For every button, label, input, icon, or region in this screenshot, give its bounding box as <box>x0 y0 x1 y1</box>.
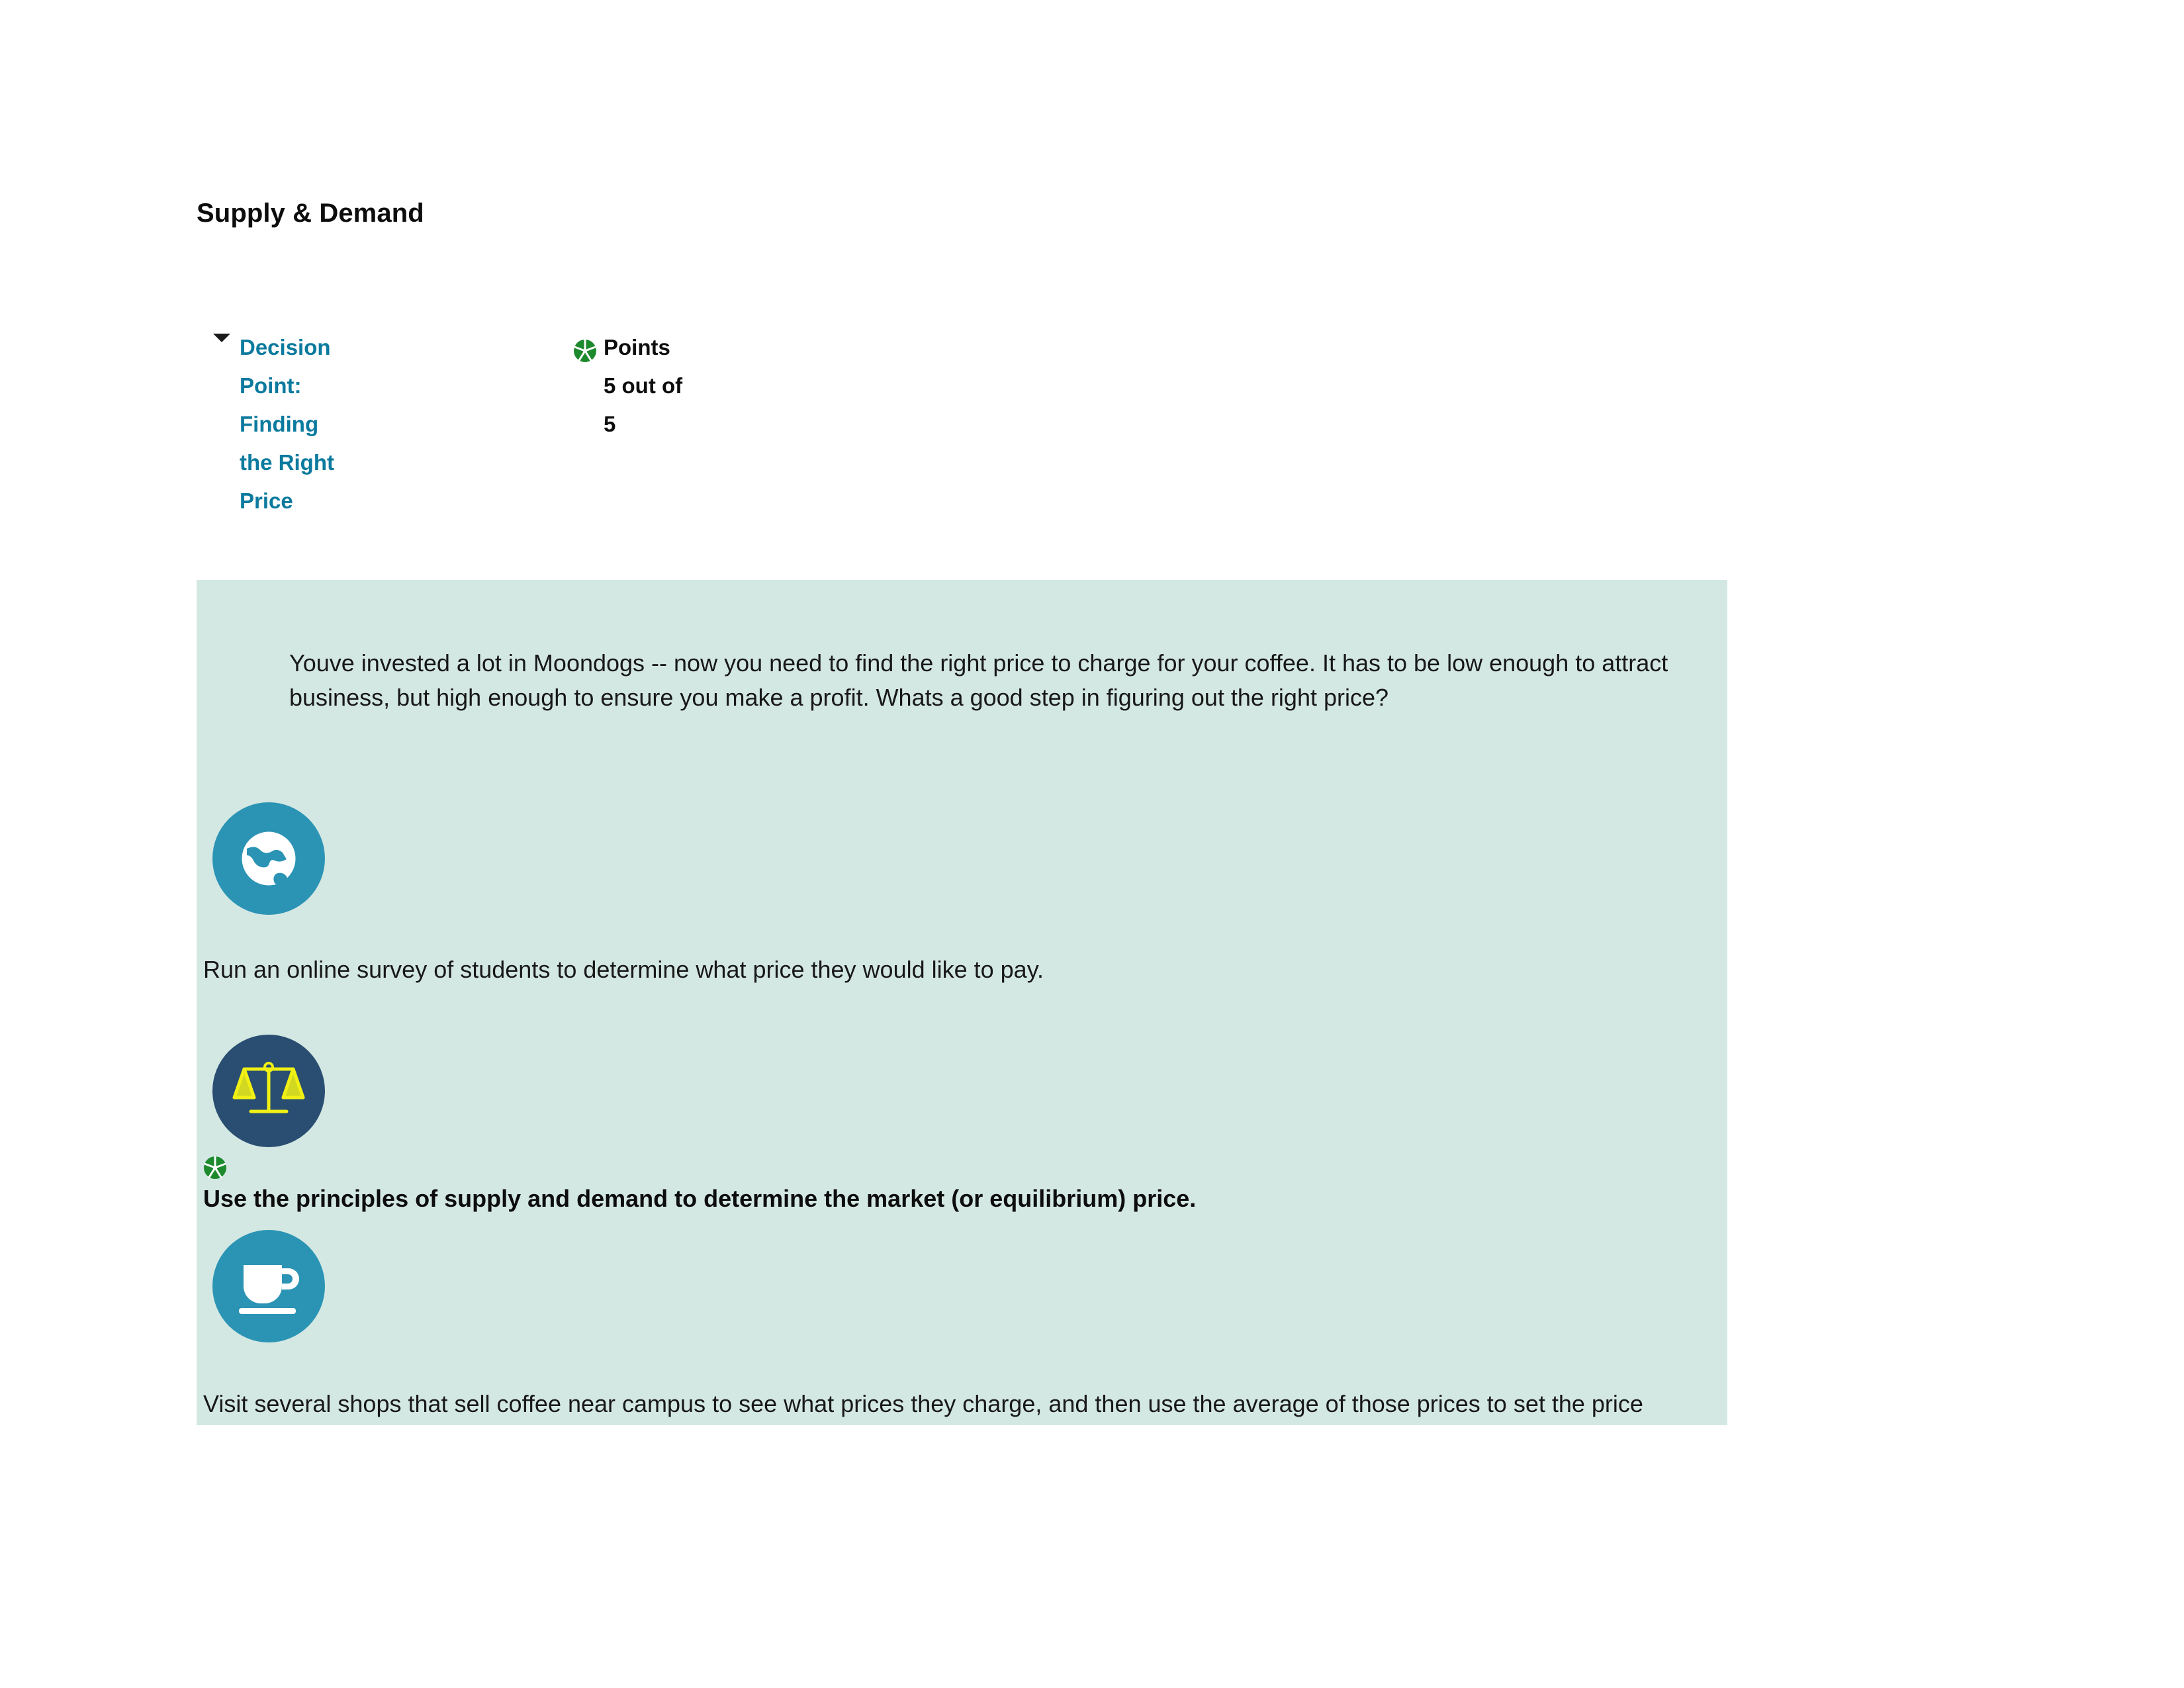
coffee-cup-icon[interactable] <box>212 1230 325 1342</box>
page-title: Supply & Demand <box>197 199 424 228</box>
green-pinwheel-icon <box>203 1156 227 1180</box>
question-panel: Youve invested a lot in Moondogs -- now … <box>197 580 1727 1425</box>
points-block: Points 5 out of 5 <box>570 328 716 444</box>
globe-icon[interactable] <box>212 802 325 915</box>
triangle-down-icon[interactable] <box>213 334 230 342</box>
answer-option-text[interactable]: Visit several shops that sell coffee nea… <box>203 1389 1643 1419</box>
points-label: Points <box>604 335 670 359</box>
question-prompt: Youve invested a lot in Moondogs -- now … <box>289 649 1668 711</box>
green-pinwheel-icon <box>573 336 597 362</box>
answer-option-text[interactable]: Run an online survey of students to dete… <box>203 955 1044 985</box>
answer-option-text[interactable]: Use the principles of supply and demand … <box>203 1184 1196 1214</box>
points-value: 5 out of 5 <box>604 373 683 436</box>
balance-scales-icon[interactable] <box>212 1035 325 1147</box>
decision-point-title-link[interactable]: Decision Point: Finding the Right Price <box>240 328 345 520</box>
points-label-row: Points <box>570 328 716 367</box>
